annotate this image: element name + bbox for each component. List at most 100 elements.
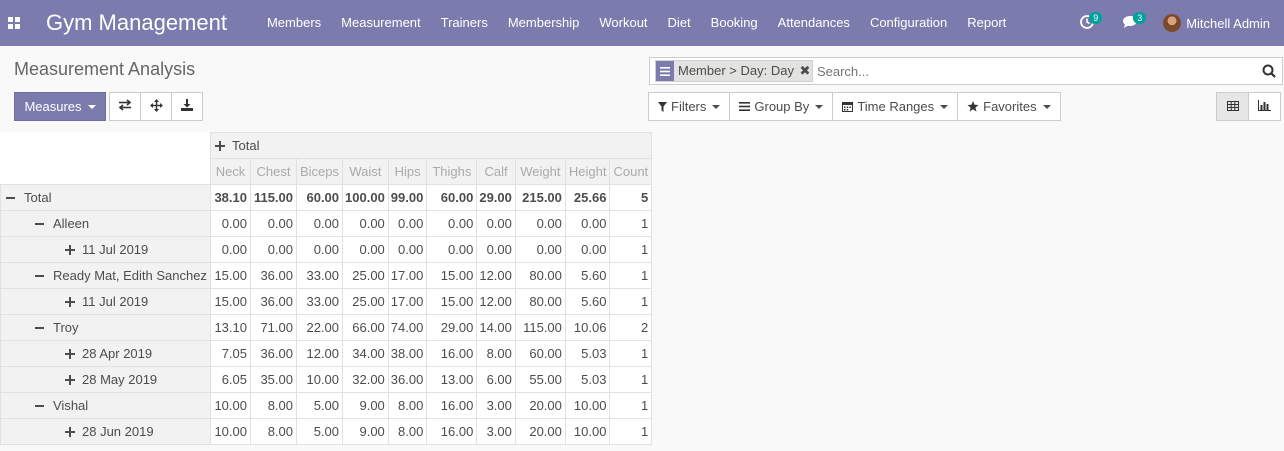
pivot-cell-height[interactable]: 5.03 xyxy=(564,366,611,393)
pivot-cell-weight[interactable]: 115.00 xyxy=(514,314,566,341)
pivot-cell-count[interactable]: 1 xyxy=(609,366,653,393)
pivot-cell-biceps[interactable]: 12.00 xyxy=(295,340,344,367)
pivot-cell-height[interactable]: 10.06 xyxy=(564,314,611,341)
pivot-cell-neck[interactable]: 38.10 xyxy=(210,184,251,211)
pivot-cell-hips[interactable]: 36.00 xyxy=(387,366,428,393)
user-menu[interactable]: Mitchell Admin xyxy=(1153,14,1284,32)
pivot-cell-count[interactable]: 1 xyxy=(609,392,653,419)
pivot-row-header[interactable]: 28 May 2019 xyxy=(0,366,211,393)
pivot-cell-thighs[interactable]: 60.00 xyxy=(426,184,478,211)
pivot-cell-waist[interactable]: 0.00 xyxy=(342,236,389,263)
pivot-cell-hips[interactable]: 74.00 xyxy=(387,314,428,341)
pivot-cell-thighs[interactable]: 16.00 xyxy=(426,418,478,445)
pivot-cell-count[interactable]: 5 xyxy=(609,184,653,211)
favorites-dropdown[interactable]: Favorites xyxy=(957,92,1061,121)
pivot-cell-chest[interactable]: 8.00 xyxy=(250,392,297,419)
pivot-cell-height[interactable]: 5.03 xyxy=(564,340,611,367)
measure-header-biceps[interactable]: Biceps xyxy=(295,158,344,185)
pivot-cell-calf[interactable]: 3.00 xyxy=(476,392,516,419)
pivot-cell-weight[interactable]: 215.00 xyxy=(514,184,566,211)
menu-item-report[interactable]: Report xyxy=(957,0,1016,46)
pivot-cell-count[interactable]: 1 xyxy=(609,340,653,367)
pivot-cell-thighs[interactable]: 15.00 xyxy=(426,288,478,315)
pivot-cell-thighs[interactable]: 16.00 xyxy=(426,340,478,367)
measure-header-weight[interactable]: Weight xyxy=(514,158,566,185)
pivot-cell-biceps[interactable]: 10.00 xyxy=(295,366,344,393)
pivot-cell-neck[interactable]: 0.00 xyxy=(210,210,251,237)
menu-item-measurement[interactable]: Measurement xyxy=(331,0,430,46)
pivot-cell-waist[interactable]: 66.00 xyxy=(342,314,389,341)
measure-header-height[interactable]: Height xyxy=(564,158,611,185)
pivot-row-header[interactable]: Alleen xyxy=(0,210,211,237)
menu-item-members[interactable]: Members xyxy=(257,0,331,46)
pivot-row-header[interactable]: Troy xyxy=(0,314,211,341)
pivot-cell-neck[interactable]: 0.00 xyxy=(210,236,251,263)
pivot-cell-weight[interactable]: 20.00 xyxy=(514,418,566,445)
pivot-cell-chest[interactable]: 36.00 xyxy=(250,340,297,367)
pivot-cell-waist[interactable]: 34.00 xyxy=(342,340,389,367)
pivot-cell-calf[interactable]: 8.00 xyxy=(476,340,516,367)
pivot-cell-count[interactable]: 2 xyxy=(609,314,653,341)
pivot-cell-count[interactable]: 1 xyxy=(609,210,653,237)
pivot-cell-thighs[interactable]: 0.00 xyxy=(426,210,478,237)
pivot-row-header[interactable]: 28 Apr 2019 xyxy=(0,340,211,367)
pivot-cell-height[interactable]: 0.00 xyxy=(564,236,611,263)
pivot-col-header-total[interactable]: Total xyxy=(209,132,653,159)
pivot-cell-biceps[interactable]: 5.00 xyxy=(295,418,344,445)
pivot-cell-weight[interactable]: 20.00 xyxy=(514,392,566,419)
app-title[interactable]: Gym Management xyxy=(46,10,227,36)
pivot-row-header[interactable]: Vishal xyxy=(0,392,211,419)
pivot-cell-chest[interactable]: 8.00 xyxy=(250,418,297,445)
pivot-cell-chest[interactable]: 115.00 xyxy=(250,184,297,211)
pivot-view-button[interactable] xyxy=(1216,92,1249,121)
pivot-cell-calf[interactable]: 6.00 xyxy=(476,366,516,393)
pivot-cell-weight[interactable]: 55.00 xyxy=(514,366,566,393)
pivot-cell-count[interactable]: 1 xyxy=(609,418,653,445)
pivot-cell-waist[interactable]: 9.00 xyxy=(342,418,389,445)
pivot-cell-chest[interactable]: 35.00 xyxy=(250,366,297,393)
pivot-cell-thighs[interactable]: 13.00 xyxy=(426,366,478,393)
pivot-cell-biceps[interactable]: 0.00 xyxy=(295,236,344,263)
pivot-cell-height[interactable]: 0.00 xyxy=(564,210,611,237)
pivot-cell-thighs[interactable]: 15.00 xyxy=(426,262,478,289)
pivot-cell-hips[interactable]: 0.00 xyxy=(387,210,428,237)
pivot-cell-chest[interactable]: 71.00 xyxy=(250,314,297,341)
pivot-cell-waist[interactable]: 25.00 xyxy=(342,262,389,289)
pivot-cell-hips[interactable]: 99.00 xyxy=(387,184,428,211)
menu-item-booking[interactable]: Booking xyxy=(701,0,768,46)
pivot-cell-neck[interactable]: 6.05 xyxy=(210,366,251,393)
pivot-row-header[interactable]: Ready Mat, Edith Sanchez xyxy=(0,262,211,289)
pivot-cell-weight[interactable]: 80.00 xyxy=(514,262,566,289)
measures-button[interactable]: Measures xyxy=(14,92,106,121)
pivot-cell-weight[interactable]: 0.00 xyxy=(514,210,566,237)
pivot-cell-neck[interactable]: 10.00 xyxy=(210,392,251,419)
pivot-cell-count[interactable]: 1 xyxy=(609,288,653,315)
pivot-cell-waist[interactable]: 32.00 xyxy=(342,366,389,393)
pivot-cell-height[interactable]: 5.60 xyxy=(564,262,611,289)
remove-facet-icon[interactable]: ✖ xyxy=(798,61,812,81)
pivot-cell-weight[interactable]: 80.00 xyxy=(514,288,566,315)
pivot-cell-biceps[interactable]: 33.00 xyxy=(295,262,344,289)
pivot-cell-hips[interactable]: 8.00 xyxy=(387,392,428,419)
expand-all-button[interactable] xyxy=(140,92,172,121)
apps-menu-icon[interactable] xyxy=(0,0,28,46)
pivot-cell-chest[interactable]: 0.00 xyxy=(250,236,297,263)
pivot-cell-thighs[interactable]: 16.00 xyxy=(426,392,478,419)
pivot-cell-thighs[interactable]: 29.00 xyxy=(426,314,478,341)
timeranges-dropdown[interactable]: Time Ranges xyxy=(832,92,959,121)
pivot-cell-calf[interactable]: 29.00 xyxy=(476,184,516,211)
menu-item-trainers[interactable]: Trainers xyxy=(431,0,498,46)
activity-button[interactable]: 9 xyxy=(1065,0,1109,46)
pivot-cell-weight[interactable]: 0.00 xyxy=(514,236,566,263)
pivot-cell-count[interactable]: 1 xyxy=(609,236,653,263)
messages-button[interactable]: 3 xyxy=(1109,0,1153,46)
pivot-cell-biceps[interactable]: 60.00 xyxy=(295,184,344,211)
pivot-cell-height[interactable]: 5.60 xyxy=(564,288,611,315)
pivot-cell-calf[interactable]: 14.00 xyxy=(476,314,516,341)
measure-header-waist[interactable]: Waist xyxy=(342,158,389,185)
graph-view-button[interactable] xyxy=(1248,92,1281,121)
measure-header-count[interactable]: Count xyxy=(609,158,653,185)
pivot-cell-neck[interactable]: 15.00 xyxy=(210,288,251,315)
pivot-cell-calf[interactable]: 3.00 xyxy=(476,418,516,445)
menu-item-diet[interactable]: Diet xyxy=(658,0,701,46)
